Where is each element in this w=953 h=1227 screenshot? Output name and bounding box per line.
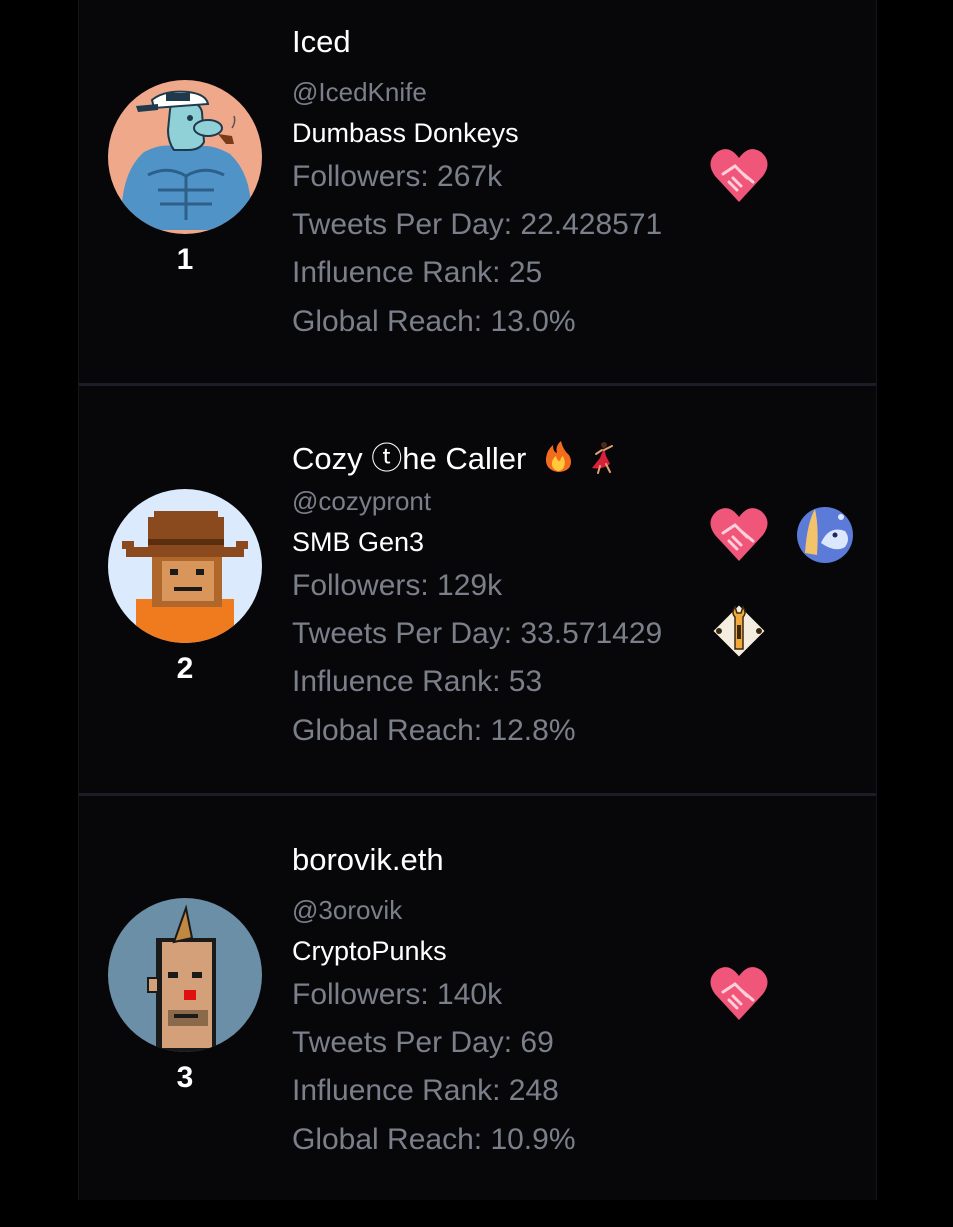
account-card-3[interactable]: 3 borovik.eth @3orovik CryptoPunks Follo…	[79, 818, 876, 1227]
dancer-icon	[586, 440, 620, 482]
display-name[interactable]: Iced	[292, 24, 351, 60]
avatar-iced[interactable]	[108, 80, 262, 234]
global-reach-stat: Global Reach: 10.9%	[292, 1123, 576, 1156]
rank-number: 3	[176, 1061, 194, 1094]
card-divider	[79, 793, 876, 796]
whale-icon	[791, 503, 855, 567]
project-name: Dumbass Donkeys	[292, 118, 519, 148]
project-name: CryptoPunks	[292, 936, 447, 966]
followers-stat: Followers: 267k	[292, 160, 503, 193]
rank-number: 2	[176, 652, 194, 685]
twitter-handle[interactable]: @IcedKnife	[292, 77, 427, 108]
wrench-icon	[707, 599, 771, 663]
followers-stat: Followers: 140k	[292, 978, 503, 1011]
display-name[interactable]: borovik.eth	[292, 842, 444, 878]
avatar-cozy[interactable]	[108, 489, 262, 643]
twitter-handle[interactable]: @3orovik	[292, 895, 402, 926]
handshake-heart-icon	[707, 144, 771, 208]
display-name-text: Cozy ⓣhe Caller	[292, 441, 527, 476]
twitter-handle[interactable]: @cozypront	[292, 486, 431, 517]
account-card-2[interactable]: 2 Cozy ⓣhe Caller @cozypront SMB Gen3 Fo…	[79, 409, 876, 818]
influence-rank-stat: Influence Rank: 25	[292, 256, 543, 289]
influence-rank-stat: Influence Rank: 248	[292, 1074, 559, 1107]
project-name: SMB Gen3	[292, 527, 425, 557]
tweets-per-day-stat: Tweets Per Day: 33.571429	[292, 617, 663, 650]
global-reach-stat: Global Reach: 13.0%	[292, 305, 576, 338]
tweets-per-day-stat: Tweets Per Day: 22.428571	[292, 208, 663, 241]
avatar-borovik[interactable]	[108, 898, 262, 1052]
rank-number: 1	[176, 243, 194, 276]
handshake-heart-icon	[707, 962, 771, 1026]
global-reach-stat: Global Reach: 12.8%	[292, 714, 576, 747]
account-card-1[interactable]: 1 Iced @IcedKnife Dumbass Donkeys Follow…	[79, 0, 876, 409]
display-name[interactable]: Cozy ⓣhe Caller	[292, 433, 620, 482]
influence-rank-stat: Influence Rank: 53	[292, 665, 543, 698]
followers-stat: Followers: 129k	[292, 569, 503, 602]
card-divider	[79, 383, 876, 386]
leaderboard-panel: 1 Iced @IcedKnife Dumbass Donkeys Follow…	[78, 0, 877, 1200]
handshake-heart-icon	[707, 503, 771, 567]
tweets-per-day-stat: Tweets Per Day: 69	[292, 1026, 554, 1059]
fire-icon	[541, 440, 575, 482]
